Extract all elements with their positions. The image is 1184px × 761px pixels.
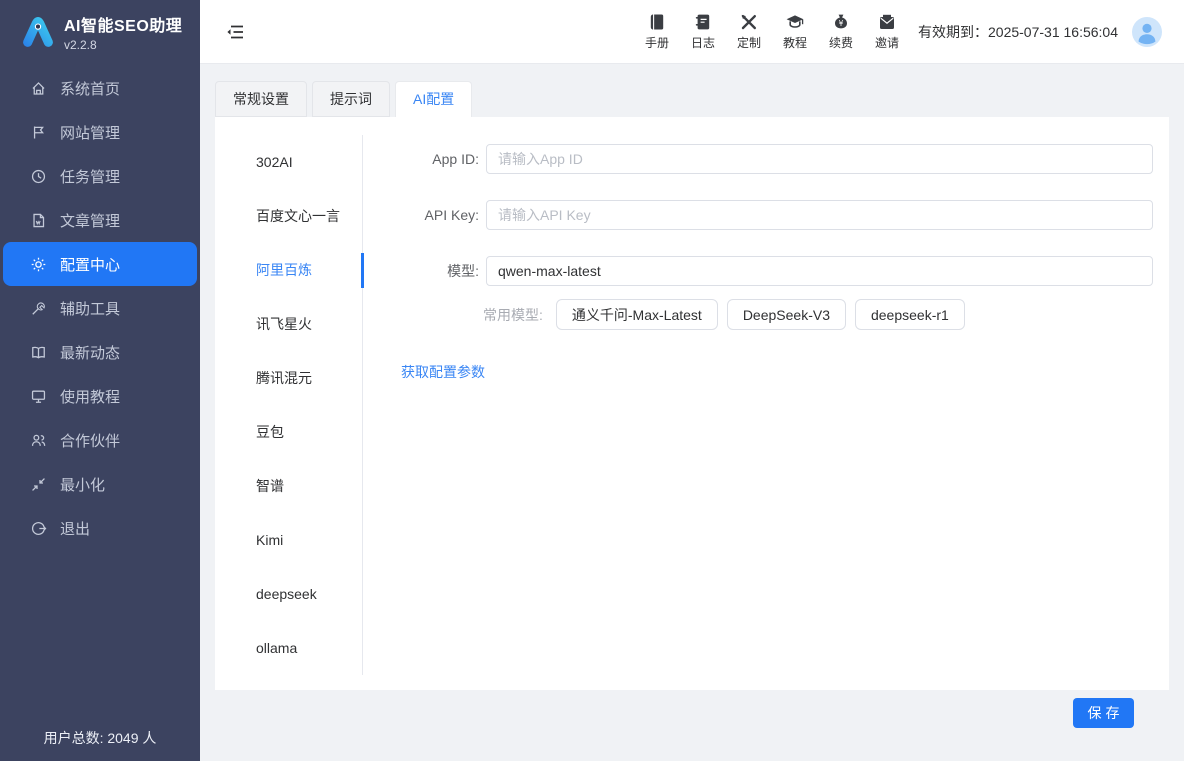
user-icon	[1132, 17, 1162, 47]
sidebar-item-label: 网站管理	[60, 122, 120, 143]
provider-item-xunfei-spark[interactable]: 讯飞星火	[215, 297, 362, 351]
partners-icon	[30, 432, 47, 449]
common-model-buttons: 通义千问-Max-Latest DeepSeek-V3 deepseek-r1	[556, 299, 965, 330]
sidebar-item-minimize[interactable]: 最小化	[0, 462, 200, 506]
header-action-label: 手册	[645, 34, 669, 51]
sidebar-item-label: 使用教程	[60, 386, 120, 407]
provider-item-deepseek[interactable]: deepseek	[215, 567, 362, 621]
sidebar-item-tools[interactable]: 辅助工具	[0, 286, 200, 330]
save-button[interactable]: 保存	[1073, 698, 1134, 728]
sidebar-item-label: 最新动态	[60, 342, 120, 363]
provider-config-form: App ID: API Key: 模型: 常用模型: 通义千问-Max-Late…	[363, 117, 1169, 690]
app-id-label: App ID:	[363, 151, 479, 167]
provider-item-baidu-wenxin[interactable]: 百度文心一言	[215, 189, 362, 243]
sidebar-item-config-center[interactable]: 配置中心	[3, 242, 197, 286]
home-icon	[30, 80, 47, 97]
journal-icon	[693, 12, 713, 32]
sidebar-item-label: 退出	[60, 518, 90, 539]
api-key-label: API Key:	[363, 207, 479, 223]
minimize-icon	[30, 476, 47, 493]
provider-item-ollama[interactable]: ollama	[215, 621, 362, 675]
provider-item-ali-bailian[interactable]: 阿里百炼	[215, 243, 362, 297]
sidebar-item-label: 合作伙伴	[60, 430, 120, 451]
sidebar-item-articles[interactable]: 文章管理	[0, 198, 200, 242]
money-bag-icon: ¥	[831, 12, 851, 32]
header-action-label: 定制	[737, 34, 761, 51]
sidebar-menu: 系统首页 网站管理 任务管理 文章管理 配置中心 辅助工具 最新动态 使用教程	[0, 66, 200, 550]
header-action-invite[interactable]: 邀请	[874, 12, 900, 51]
expiry-value: 2025-07-31 16:56:04	[988, 24, 1118, 40]
expiry-info: 有效期到：2025-07-31 16:56:04	[918, 22, 1118, 42]
get-config-params-link[interactable]: 获取配置参数	[401, 362, 485, 382]
sidebar-item-tutorial[interactable]: 使用教程	[0, 374, 200, 418]
header-action-manual[interactable]: 手册	[644, 12, 670, 51]
articles-icon	[30, 212, 47, 229]
tutorial-icon	[30, 388, 47, 405]
common-models-label: 常用模型:	[483, 305, 543, 325]
sidebar-item-home[interactable]: 系统首页	[0, 66, 200, 110]
sidebar-item-sites[interactable]: 网站管理	[0, 110, 200, 154]
customize-icon	[739, 12, 759, 32]
sidebar-item-label: 辅助工具	[60, 298, 120, 319]
header-action-label: 教程	[783, 34, 807, 51]
app-logo-row: AI智能SEO助理 v2.2.8	[0, 0, 200, 62]
svg-text:¥: ¥	[839, 19, 844, 28]
app-title: AI智能SEO助理	[64, 12, 182, 36]
book-icon	[647, 12, 667, 32]
provider-item-doubao[interactable]: 豆包	[215, 405, 362, 459]
sidebar-item-label: 系统首页	[60, 78, 120, 99]
provider-item-tencent-hunyuan[interactable]: 腾讯混元	[215, 351, 362, 405]
app-version: v2.2.8	[64, 38, 182, 52]
sidebar-item-logout[interactable]: 退出	[0, 506, 200, 550]
main-content: 常规设置 提示词 AI配置 302AI 百度文心一言 阿里百炼 讯飞星火 腾讯混…	[200, 64, 1184, 761]
app-id-input[interactable]	[486, 144, 1153, 174]
header-action-customize[interactable]: 定制	[736, 12, 762, 51]
sidebar: AI智能SEO助理 v2.2.8 系统首页 网站管理 任务管理 文章管理 配置中…	[0, 0, 200, 761]
api-key-input[interactable]	[486, 200, 1153, 230]
sidebar-item-partners[interactable]: 合作伙伴	[0, 418, 200, 462]
provider-list: 302AI 百度文心一言 阿里百炼 讯飞星火 腾讯混元 豆包 智谱 Kimi d…	[215, 135, 363, 675]
tab-ai-config[interactable]: AI配置	[395, 81, 472, 117]
header-action-tutorial[interactable]: 教程	[782, 12, 808, 51]
model-input[interactable]	[486, 256, 1153, 286]
sidebar-collapse-icon[interactable]	[224, 21, 246, 43]
header-action-label: 日志	[691, 34, 715, 51]
site-icon	[30, 124, 47, 141]
sidebar-item-news[interactable]: 最新动态	[0, 330, 200, 374]
tasks-icon	[30, 168, 47, 185]
common-model-button-deepseek-v3[interactable]: DeepSeek-V3	[727, 299, 846, 330]
news-icon	[30, 344, 47, 361]
model-label: 模型:	[363, 261, 479, 281]
envelope-icon	[877, 12, 897, 32]
provider-item-kimi[interactable]: Kimi	[215, 513, 362, 567]
tab-general-settings[interactable]: 常规设置	[215, 81, 307, 117]
app-logo-icon	[18, 12, 58, 52]
settings-tabs: 常规设置 提示词 AI配置	[215, 81, 1169, 117]
header-action-logs[interactable]: 日志	[690, 12, 716, 51]
tools-icon	[30, 300, 47, 317]
top-header: 手册 日志 定制 教程 ¥ 续费 邀请 有效期到：2025-07-31 16:5…	[200, 0, 1184, 64]
common-model-button-deepseek-r1[interactable]: deepseek-r1	[855, 299, 965, 330]
sidebar-item-label: 最小化	[60, 474, 105, 495]
expiry-label: 有效期到：	[918, 24, 988, 40]
ai-config-panel: 302AI 百度文心一言 阿里百炼 讯飞星火 腾讯混元 豆包 智谱 Kimi d…	[215, 117, 1169, 690]
header-action-label: 邀请	[875, 34, 899, 51]
sidebar-item-label: 配置中心	[60, 254, 120, 275]
tab-prompts[interactable]: 提示词	[312, 81, 390, 117]
avatar[interactable]	[1132, 17, 1162, 47]
sidebar-item-tasks[interactable]: 任务管理	[0, 154, 200, 198]
config-icon	[30, 256, 47, 273]
graduation-cap-icon	[785, 12, 805, 32]
sidebar-item-label: 文章管理	[60, 210, 120, 231]
header-action-label: 续费	[829, 34, 853, 51]
logout-icon	[30, 520, 47, 537]
header-action-renew[interactable]: ¥ 续费	[828, 12, 854, 51]
provider-item-302ai[interactable]: 302AI	[215, 135, 362, 189]
sidebar-item-label: 任务管理	[60, 166, 120, 187]
header-actions: 手册 日志 定制 教程 ¥ 续费 邀请	[644, 12, 900, 51]
user-total-count: 用户总数: 2049 人	[0, 728, 200, 748]
provider-item-zhipu[interactable]: 智谱	[215, 459, 362, 513]
common-model-button-qwen[interactable]: 通义千问-Max-Latest	[556, 299, 718, 330]
